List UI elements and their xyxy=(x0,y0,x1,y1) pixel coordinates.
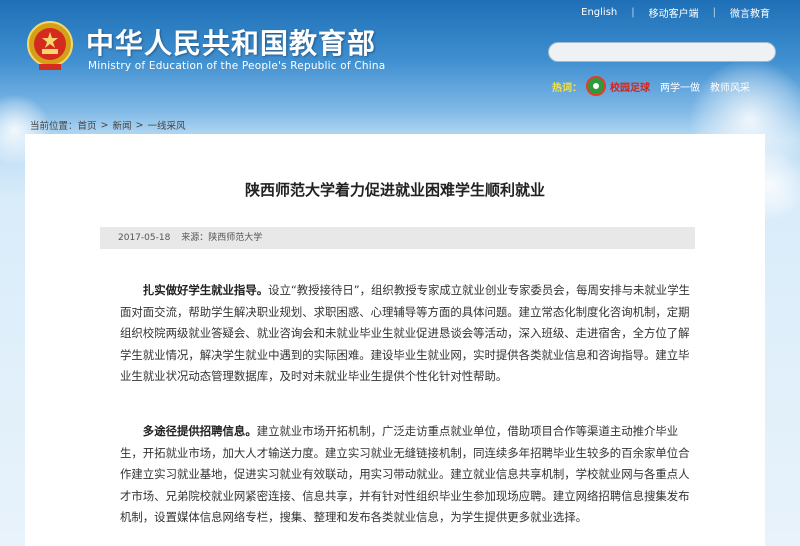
search-input[interactable] xyxy=(548,42,776,62)
hot-words: 热词： 校园足球 两学一做 教师风采 xyxy=(552,76,760,96)
paragraph-lead: 扎实做好学生就业指导。 xyxy=(142,283,269,297)
top-link-weiyan[interactable]: 微言教育 xyxy=(730,5,770,20)
breadcrumb-separator: > xyxy=(135,119,144,131)
breadcrumb: 当前位置： 首页 > 新闻 > 一线采风 xyxy=(30,118,186,133)
top-links: English | 移动客户端 | 微言教育 xyxy=(581,5,770,20)
paragraph-body: 建立就业市场开拓机制，广泛走访重点就业单位，借助项目合作等渠道主动推介毕业生，开… xyxy=(120,424,690,524)
site-subtitle: Ministry of Education of the People's Re… xyxy=(88,60,386,72)
paragraph-lead: 多途径提供招聘信息。 xyxy=(142,424,257,438)
breadcrumb-home[interactable]: 首页 xyxy=(78,118,97,132)
hot-link-campus-football[interactable]: 校园足球 xyxy=(610,79,650,94)
football-badge-icon xyxy=(586,76,606,96)
article-date: 2017-05-18 xyxy=(118,233,171,243)
paragraph-body: 设立“教授接待日”，组织教授专家成立就业创业专家委员会，每周安排与未就业学生面对… xyxy=(120,283,690,383)
breadcrumb-news[interactable]: 新闻 xyxy=(113,118,132,132)
article-title: 陕西师范大学着力促进就业困难学生顺利就业 xyxy=(244,181,545,199)
site-header: 中华人民共和国教育部 Ministry of Education of the … xyxy=(0,0,800,118)
top-link-english[interactable]: English xyxy=(581,7,617,18)
breadcrumb-separator: > xyxy=(100,119,109,131)
article-paragraph: 扎实做好学生就业指导。设立“教授接待日”，组织教授专家成立就业创业专家委员会，每… xyxy=(120,280,697,388)
divider: | xyxy=(631,7,635,18)
national-emblem-icon xyxy=(27,21,73,70)
article-panel: 陕西师范大学着力促进就业困难学生顺利就业 2017-05-18 来源：陕西师范大… xyxy=(25,134,765,546)
breadcrumb-prefix: 当前位置： xyxy=(30,121,78,132)
hot-link-teacher-style[interactable]: 教师风采 xyxy=(710,79,750,94)
article-source: 来源：陕西师范大学 xyxy=(181,233,263,243)
breadcrumb-frontline[interactable]: 一线采风 xyxy=(147,118,185,132)
hot-link-two-studies[interactable]: 两学一做 xyxy=(660,79,700,94)
article-paragraph: 多途径提供招聘信息。建立就业市场开拓机制，广泛走访重点就业单位，借助项目合作等渠… xyxy=(120,421,697,529)
hot-words-label: 热词： xyxy=(552,82,582,94)
top-link-mobile-client[interactable]: 移动客户端 xyxy=(649,5,699,20)
article-meta: 2017-05-18 来源：陕西师范大学 xyxy=(100,227,695,249)
site-title: 中华人民共和国教育部 xyxy=(86,27,377,60)
divider: | xyxy=(712,7,716,18)
